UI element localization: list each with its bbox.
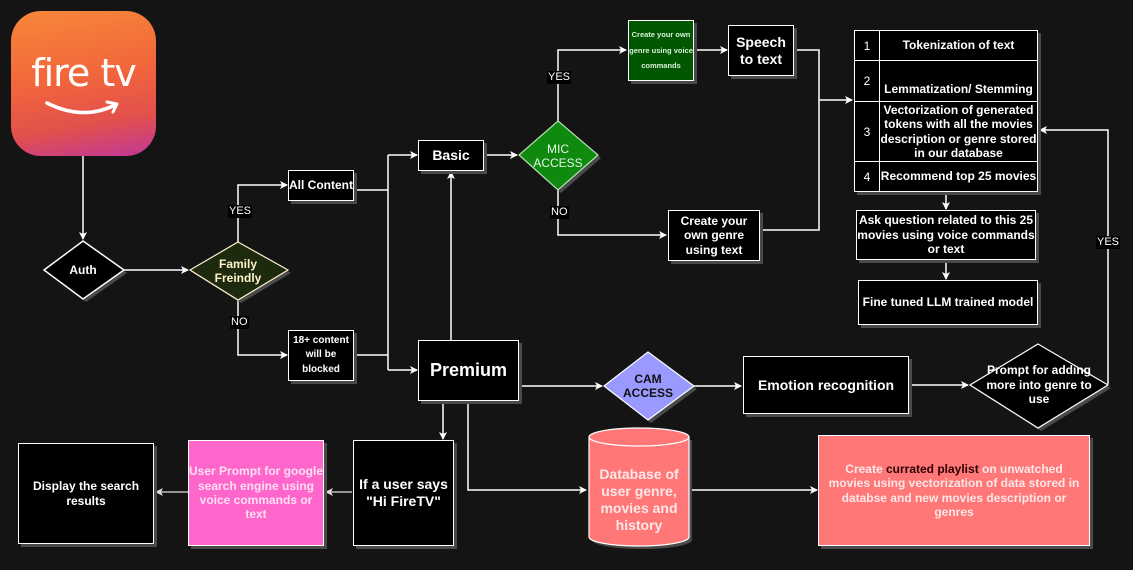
playlist-box[interactable]: Create currated playlist on unwatched mo… [818,435,1090,546]
firetv-logo: fire tv [11,11,156,156]
pipeline-row-number: 3 [855,102,880,161]
hi-firetv-box[interactable]: If a user says "Hi FireTV" [353,440,454,546]
ask-question-box[interactable]: Ask question related to this 25 movies u… [856,210,1036,260]
family-no-label: NO [230,316,249,329]
pipeline-row-text: Vectorization of generated tokens with a… [880,102,1037,160]
llm-model-label: Fine tuned LLM trained model [862,295,1034,310]
mic-no-label: NO [550,206,569,219]
llm-model-box[interactable]: Fine tuned LLM trained model [858,280,1038,325]
speech-to-text-box[interactable]: Speech to text [728,25,794,76]
hi-firetv-label: If a user says "Hi FireTV" [359,476,448,509]
pipeline-row: 4 Recommend top 25 movies [855,162,1037,191]
pipeline-row: 2 Lemmatization/ Stemming [855,61,1037,102]
mic-access-label: MIC ACCESS [533,141,583,170]
database-label: Database of user genre, movies and histo… [599,466,679,533]
basic-label: Basic [432,147,470,164]
voice-genre-label: Create your own genre using voice comman… [629,29,693,71]
prompt-more-node[interactable]: Prompt for adding more into genre to use [984,362,1094,408]
display-results-box[interactable]: Display the search results [18,443,154,544]
emotion-recognition-label: Emotion recognition [757,376,895,393]
prompt-yes-label: YES [1096,236,1121,249]
premium-label: Premium [429,359,508,380]
pipeline-row-number: 2 [855,61,880,101]
cam-access-node[interactable]: CAM ACCESS [615,370,681,402]
playlist-highlight: currated playlist [885,461,979,476]
database-node[interactable]: Database of user genre, movies and histo… [591,462,687,538]
cam-access-label: CAM ACCESS [622,371,673,400]
all-content-label: All Content [289,178,353,193]
pipeline-row: 3 Vectorization of generated tokens with… [855,102,1037,162]
edge-prompt-table [1039,126,1109,384]
auth-node[interactable]: Auth [58,258,108,282]
family-friendly-node[interactable]: Family Freindly [205,254,271,288]
premium-box[interactable]: Premium [418,340,519,401]
mic-yes-label: YES [547,71,572,84]
firetv-logo-text: fire tv [31,51,137,95]
prompt-more-label: Prompt for adding more into genre to use [986,363,1092,407]
nlp-pipeline-table: 1 Tokenization of text 2 Lemmatization/ … [854,30,1038,192]
voice-genre-box[interactable]: Create your own genre using voice comman… [628,20,694,81]
playlist-prefix: Create [845,461,886,476]
edge-mic-text [557,190,667,239]
google-prompt-box[interactable]: User Prompt for google search engine usi… [188,440,324,546]
pipeline-row-text: Recommend top 25 movies [880,169,1037,184]
pipeline-row-number: 1 [855,31,880,60]
pipeline-row: 1 Tokenization of text [855,31,1037,61]
auth-label: Auth [69,262,97,277]
text-genre-box[interactable]: Create your own genre using text [668,210,760,261]
amazon-smile-icon [45,100,119,115]
edge-mic-voice [557,46,627,121]
text-genre-label: Create your own genre using text [680,213,748,257]
display-results-label: Display the search results [32,479,140,508]
adult-blocked-label: 18+ content will be blocked [293,334,349,375]
all-content-box[interactable]: All Content [288,170,354,201]
google-prompt-label: User Prompt for google search engine usi… [189,464,324,522]
basic-box[interactable]: Basic [418,140,484,171]
mic-access-node[interactable]: MIC ACCESS [528,140,588,172]
pipeline-row-number: 4 [855,162,880,191]
playlist-label: Create currated playlist on unwatched mo… [825,462,1083,520]
adult-blocked-box[interactable]: 18+ content will be blocked [288,330,354,381]
emotion-recognition-box[interactable]: Emotion recognition [743,356,909,414]
speech-to-text-label: Speech to text [736,33,786,67]
ask-question-label: Ask question related to this 25 movies u… [857,213,1035,257]
family-yes-label: YES [228,205,253,218]
edge-speech-table [760,49,820,231]
pipeline-row-text: Tokenization of text [902,38,1015,53]
pipeline-row-text: Lemmatization/ Stemming [884,81,1033,96]
edge-premium-database [467,400,587,494]
family-friendly-label: Family Freindly [214,256,262,285]
